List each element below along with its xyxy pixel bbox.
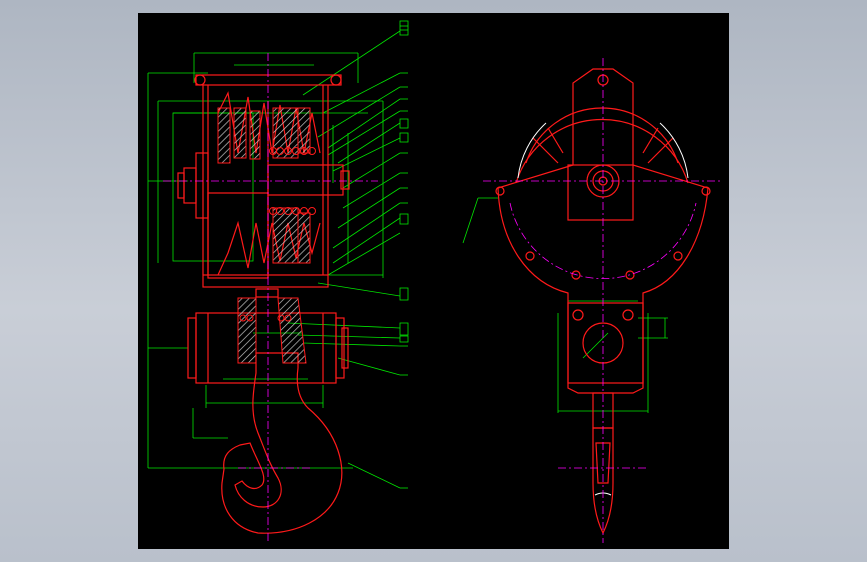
drawing-sheet bbox=[138, 13, 729, 549]
cad-viewport[interactable] bbox=[0, 0, 867, 562]
hook-block-drawing bbox=[147, 20, 723, 543]
side-center-lines bbox=[483, 58, 723, 543]
front-section-view bbox=[147, 20, 409, 543]
side-dimension-lines bbox=[462, 197, 668, 413]
block-outline bbox=[177, 74, 350, 534]
hatched-sections bbox=[217, 107, 311, 364]
side-view bbox=[462, 58, 723, 543]
center-lines bbox=[163, 53, 378, 543]
part-callouts bbox=[399, 20, 409, 489]
